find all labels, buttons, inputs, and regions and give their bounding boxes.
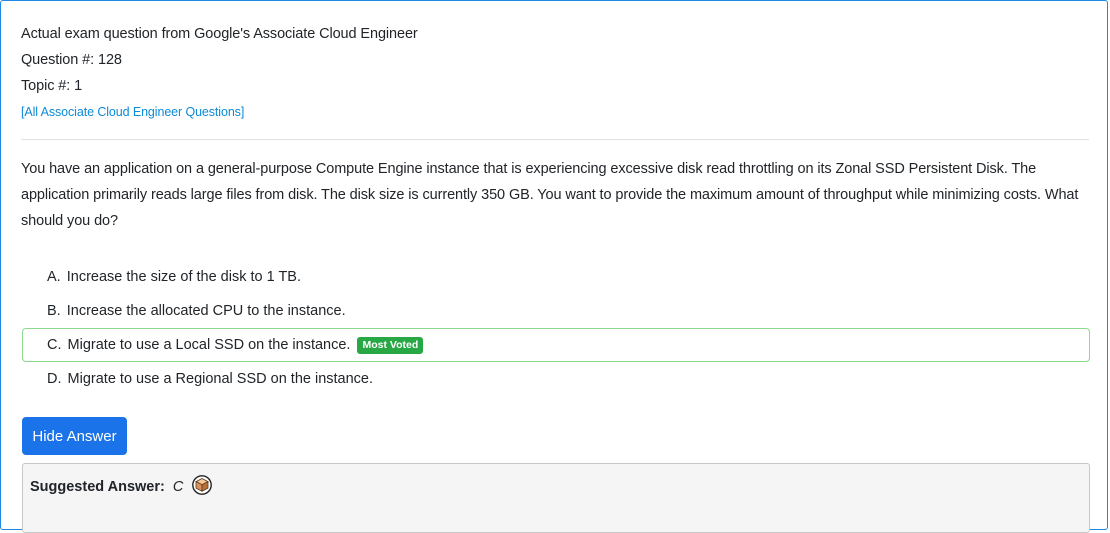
header-divider bbox=[21, 139, 1089, 140]
suggested-answer-box: Suggested Answer: C bbox=[22, 463, 1090, 533]
choice-c[interactable]: C. Migrate to use a Local SSD on the ins… bbox=[22, 328, 1090, 362]
choices-list: A. Increase the size of the disk to 1 TB… bbox=[22, 260, 1090, 396]
choice-text: Migrate to use a Local SSD on the instan… bbox=[67, 337, 351, 353]
choice-text: Increase the size of the disk to 1 TB. bbox=[66, 269, 302, 285]
suggested-answer-line: Suggested Answer: C bbox=[30, 475, 213, 502]
choice-letter: B. bbox=[47, 303, 61, 319]
choice-text: Increase the allocated CPU to the instan… bbox=[66, 303, 346, 319]
choice-a[interactable]: A. Increase the size of the disk to 1 TB… bbox=[22, 260, 1090, 294]
hide-answer-button[interactable]: Hide Answer bbox=[22, 417, 127, 455]
choice-b[interactable]: B. Increase the allocated CPU to the ins… bbox=[22, 294, 1090, 328]
question-number: Question #: 128 bbox=[21, 52, 122, 68]
choice-letter: A. bbox=[47, 269, 61, 285]
choice-d[interactable]: D. Migrate to use a Regional SSD on the … bbox=[22, 362, 1090, 396]
community-box-icon[interactable] bbox=[192, 475, 213, 502]
suggested-answer-label: Suggested Answer: bbox=[30, 479, 165, 495]
topic-number: Topic #: 1 bbox=[21, 78, 83, 94]
exam-title: Actual exam question from Google's Assoc… bbox=[21, 26, 418, 42]
suggested-answer-value: C bbox=[172, 479, 184, 495]
choice-letter: C. bbox=[47, 337, 62, 353]
most-voted-badge: Most Voted bbox=[357, 337, 424, 354]
choice-text: Migrate to use a Regional SSD on the ins… bbox=[67, 371, 374, 387]
question-card: Actual exam question from Google's Assoc… bbox=[0, 0, 1108, 533]
question-body: You have an application on a general-pur… bbox=[21, 161, 1079, 229]
question-header: Actual exam question from Google's Assoc… bbox=[21, 21, 418, 125]
all-questions-link[interactable]: [All Associate Cloud Engineer Questions] bbox=[21, 99, 418, 125]
choice-letter: D. bbox=[47, 371, 62, 387]
